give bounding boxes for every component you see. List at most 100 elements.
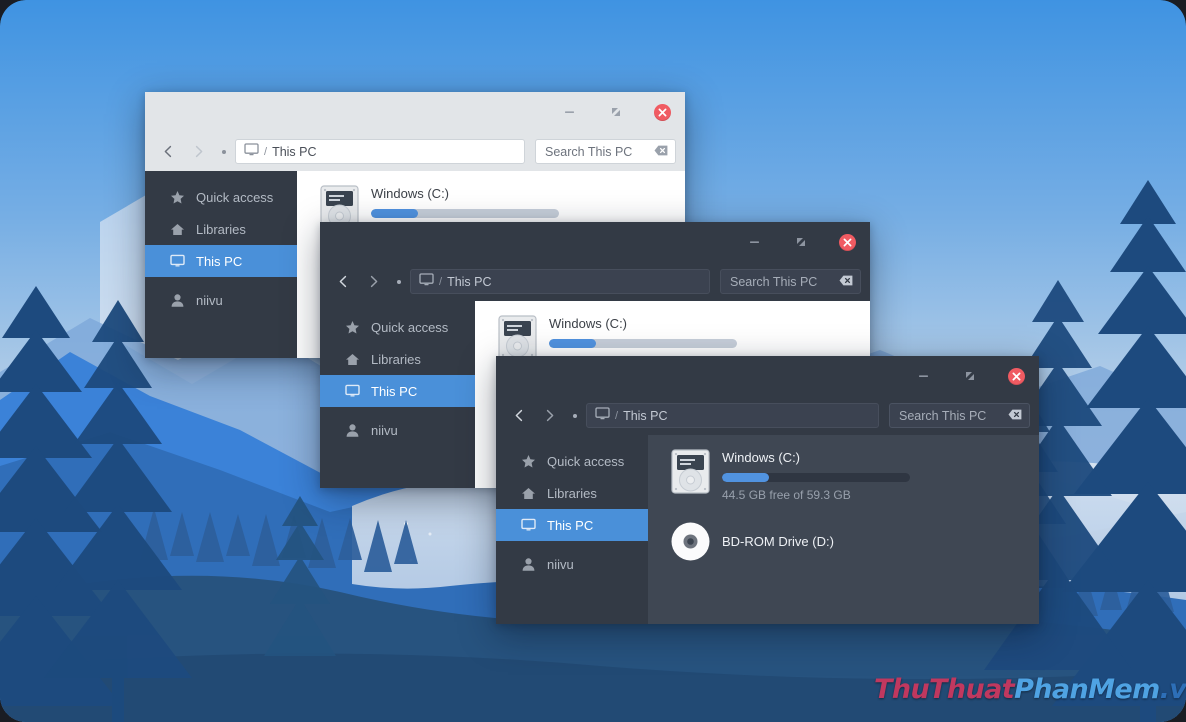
monitor-icon (595, 406, 610, 425)
address-bar[interactable]: / This PC (235, 139, 525, 164)
path-dot-icon[interactable] (388, 267, 410, 297)
window-titlebar[interactable] (145, 92, 685, 132)
sidebar-item-this-pc[interactable]: This PC (145, 245, 297, 277)
navigation-sidebar: Quick access Libraries This PC niivu (145, 171, 297, 358)
user-icon (169, 292, 185, 308)
star-icon (169, 189, 185, 205)
capacity-bar (371, 209, 559, 218)
minimize-icon[interactable] (901, 356, 947, 396)
hard-drive-icon (670, 449, 710, 494)
minimize-icon[interactable] (732, 222, 778, 262)
window-body: Quick access Libraries This PC niivu Win… (496, 435, 1039, 624)
window-controls (732, 222, 870, 262)
window-titlebar[interactable] (320, 222, 870, 262)
capacity-bar-fill (722, 473, 769, 482)
home-icon (169, 221, 185, 237)
sidebar-item-label: Libraries (547, 485, 597, 501)
drive-item-bd-rom[interactable]: BD-ROM Drive (D:) (648, 516, 1039, 561)
search-clear-icon[interactable] (839, 273, 853, 291)
search-placeholder: Search This PC (545, 144, 633, 159)
address-bar[interactable]: / This PC (410, 269, 710, 294)
forward-chevron-icon[interactable] (534, 401, 564, 431)
path-separator: / (264, 145, 268, 158)
minimize-icon[interactable] (547, 92, 593, 132)
monitor-icon (419, 272, 434, 291)
back-chevron-icon[interactable] (328, 267, 358, 297)
path-dot-icon[interactable] (564, 401, 586, 431)
breadcrumb[interactable]: This PC (272, 145, 316, 159)
sidebar-item-label: Quick access (371, 319, 449, 335)
back-chevron-icon[interactable] (504, 401, 534, 431)
back-chevron-icon[interactable] (153, 137, 183, 167)
star-icon (344, 319, 360, 335)
path-dot-icon[interactable] (213, 137, 235, 167)
search-clear-icon[interactable] (654, 143, 668, 161)
sidebar-item-this-pc[interactable]: This PC (496, 509, 648, 541)
sidebar-item-quick-access[interactable]: Quick access (496, 445, 648, 477)
forward-chevron-icon[interactable] (183, 137, 213, 167)
sidebar-item-label: This PC (547, 517, 594, 533)
close-button[interactable] (639, 92, 685, 132)
sidebar-item-libraries[interactable]: Libraries (496, 477, 648, 509)
sidebar-item-this-pc[interactable]: This PC (320, 375, 475, 407)
maximize-icon[interactable] (593, 92, 639, 132)
search-clear-icon[interactable] (1008, 407, 1022, 425)
sidebar-item-libraries[interactable]: Libraries (320, 343, 475, 375)
sidebar-item-label: niivu (196, 292, 223, 308)
maximize-icon[interactable] (947, 356, 993, 396)
drive-item-windows-c[interactable]: Windows (C:) 44.5 GB free of 59.3 GB (648, 449, 1039, 502)
search-input[interactable]: Search This PC (889, 403, 1030, 428)
home-icon (520, 485, 536, 501)
navigation-toolbar: / This PC Search This PC (320, 262, 870, 301)
sidebar-item-label: Libraries (371, 351, 421, 367)
sidebar-divider (145, 277, 297, 284)
watermark-part-1: ThuThuat (874, 674, 1015, 705)
forward-chevron-icon[interactable] (358, 267, 388, 297)
sidebar-item-quick-access[interactable]: Quick access (145, 181, 297, 213)
close-button[interactable] (993, 356, 1039, 396)
explorer-window-dark[interactable]: / This PC Search This PC Quick access Li… (496, 356, 1039, 624)
watermark-part-3: .vn (1159, 674, 1186, 705)
address-bar[interactable]: / This PC (586, 403, 879, 428)
user-icon (344, 422, 360, 438)
window-titlebar[interactable] (496, 356, 1039, 396)
search-input[interactable]: Search This PC (535, 139, 676, 164)
path-separator: / (615, 409, 619, 422)
sidebar-item-label: Quick access (547, 453, 625, 469)
sidebar-item-niivu[interactable]: niivu (496, 548, 648, 580)
star-icon (520, 453, 536, 469)
drive-name: Windows (C:) (549, 316, 628, 331)
navigation-toolbar: / This PC Search This PC (496, 396, 1039, 435)
file-list-panel[interactable]: Windows (C:) 44.5 GB free of 59.3 GB (648, 435, 1039, 624)
sidebar-divider (496, 541, 648, 548)
navigation-toolbar: / This PC Search This PC (145, 132, 685, 171)
sidebar-item-label: niivu (547, 556, 574, 572)
close-button[interactable] (824, 222, 870, 262)
breadcrumb[interactable]: This PC (447, 275, 491, 289)
close-icon (838, 233, 856, 251)
monitor-icon (169, 253, 185, 269)
user-icon (520, 556, 536, 572)
monitor-icon (344, 383, 360, 399)
sidebar-item-niivu[interactable]: niivu (145, 284, 297, 316)
breadcrumb[interactable]: This PC (623, 409, 667, 423)
optical-disc-icon (670, 522, 710, 561)
close-icon (653, 103, 671, 121)
sidebar-item-label: This PC (371, 383, 418, 399)
sidebar-item-label: This PC (196, 253, 243, 269)
capacity-bar-fill (549, 339, 596, 348)
window-controls (547, 92, 685, 132)
hard-drive-icon (497, 315, 537, 360)
search-input[interactable]: Search This PC (720, 269, 861, 294)
capacity-bar-fill (371, 209, 418, 218)
sidebar-item-libraries[interactable]: Libraries (145, 213, 297, 245)
search-placeholder: Search This PC (730, 274, 818, 289)
close-icon (1007, 367, 1025, 385)
drive-name: Windows (C:) (371, 186, 450, 201)
maximize-icon[interactable] (778, 222, 824, 262)
desktop-screen: / This PC Search This PC Quick access Li… (0, 0, 1186, 722)
sidebar-item-quick-access[interactable]: Quick access (320, 311, 475, 343)
sidebar-item-label: niivu (371, 422, 398, 438)
sidebar-item-niivu[interactable]: niivu (320, 414, 475, 446)
home-icon (344, 351, 360, 367)
